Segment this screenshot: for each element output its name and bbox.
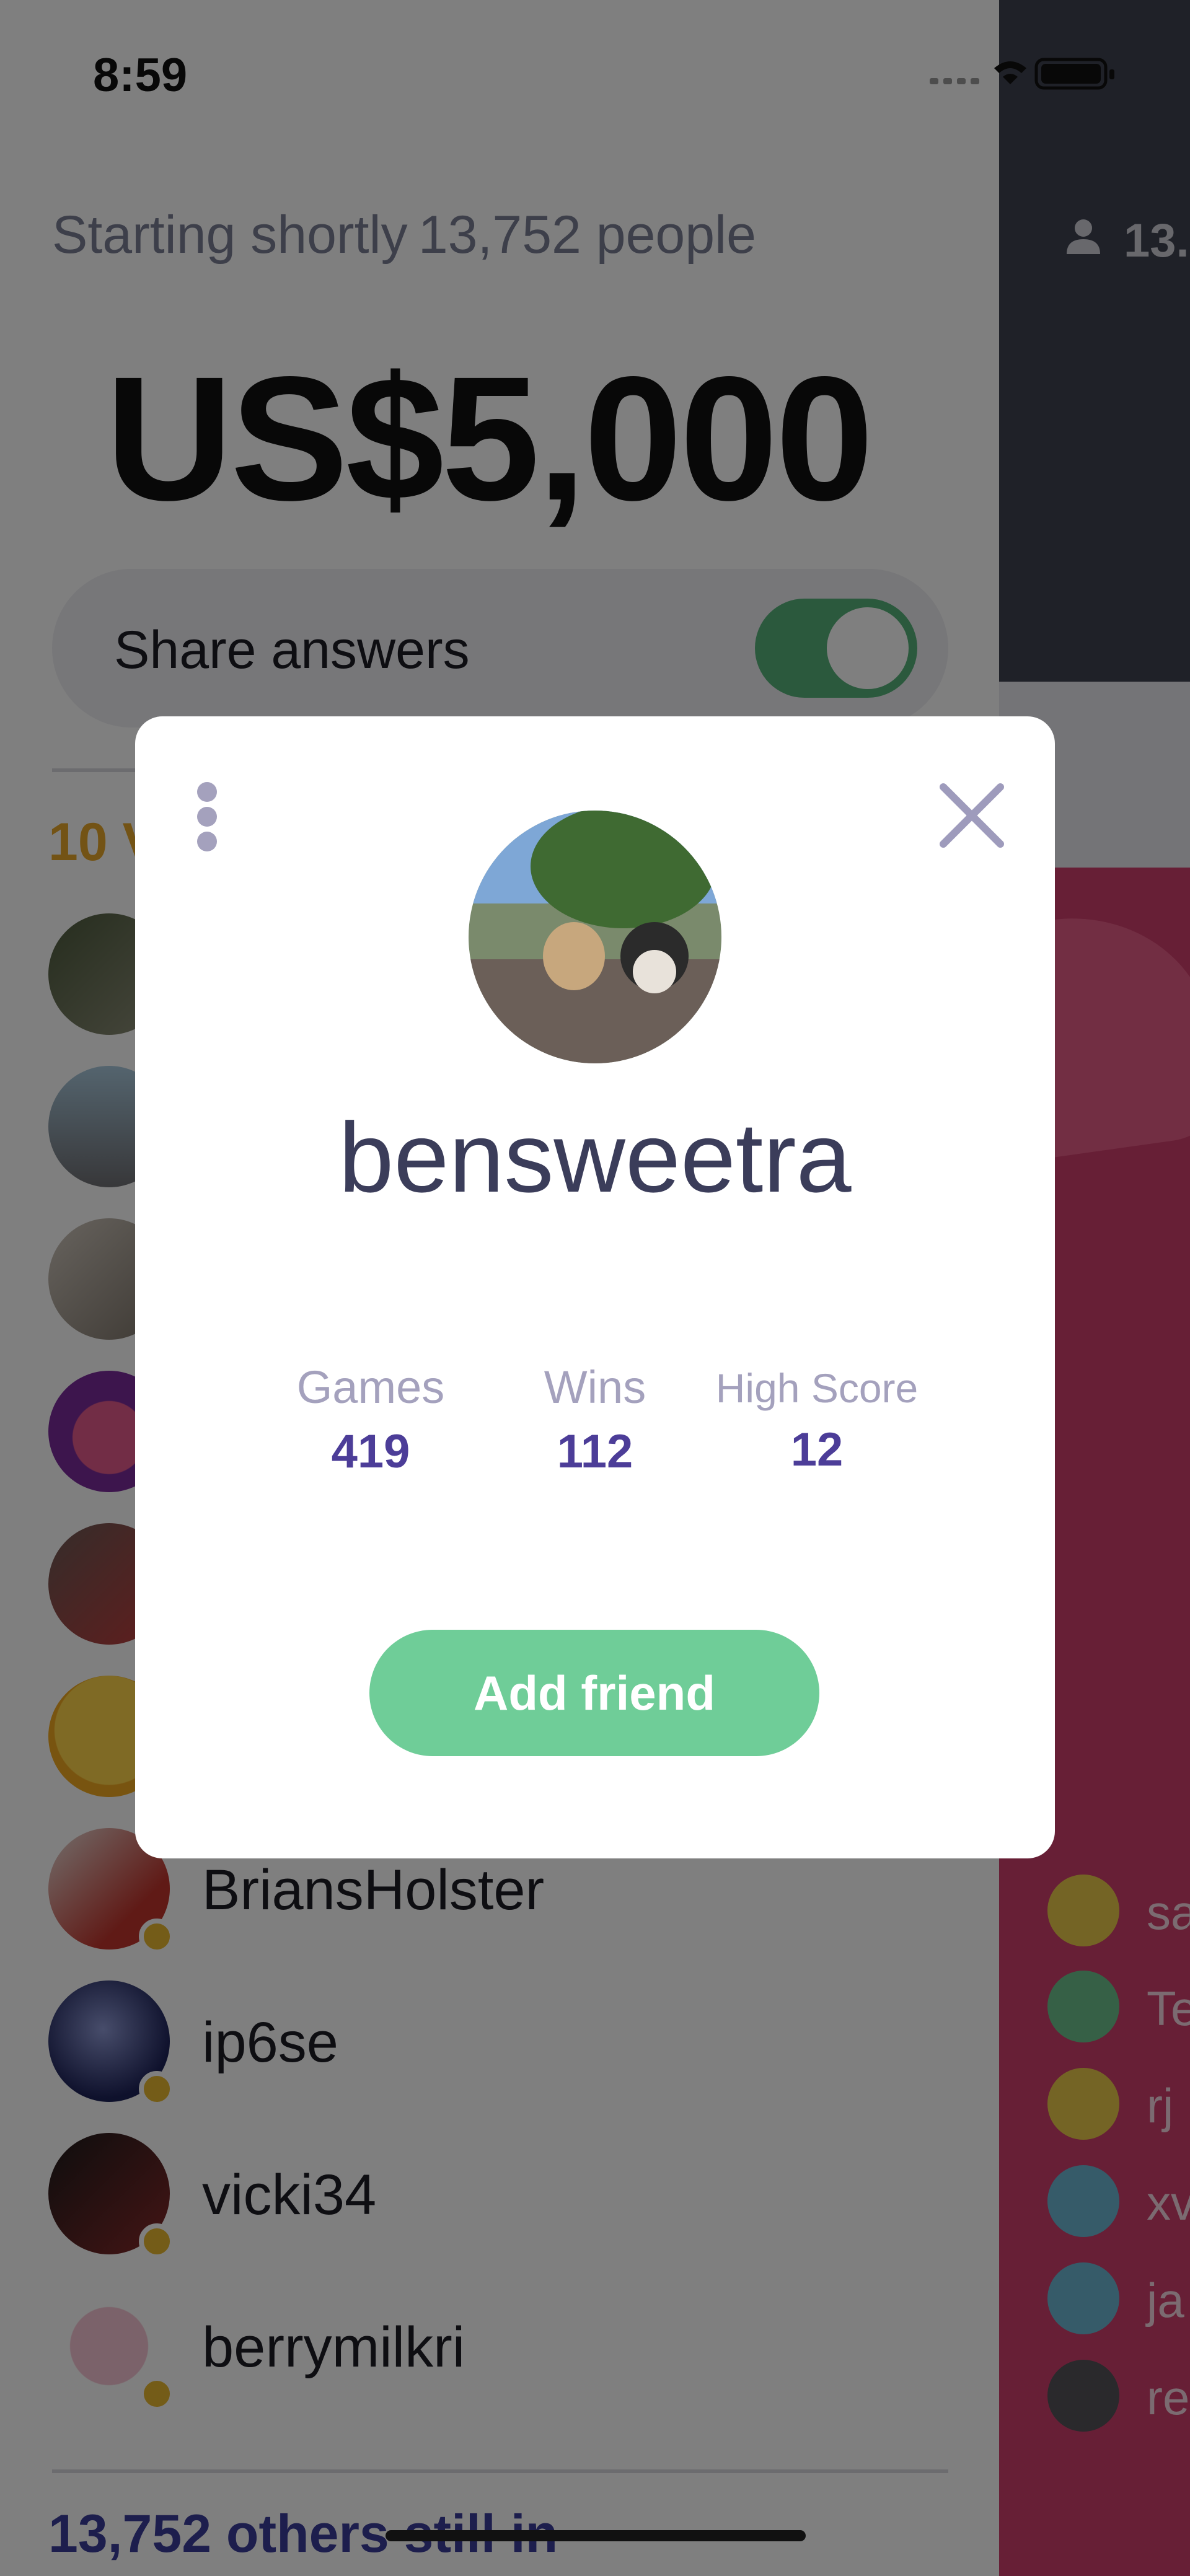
stat-wins: Wins 112 [483,1361,707,1479]
more-options-icon[interactable] [195,780,219,854]
add-friend-button[interactable]: Add friend [369,1630,819,1756]
stat-value: 12 [790,1423,844,1476]
profile-modal: bensweetra Games 419 Wins 112 High Score… [135,716,1055,1858]
stat-high-score: High Score 12 [705,1361,928,1477]
stat-label: High Score [715,1365,919,1411]
stat-value: 112 [557,1425,633,1478]
stat-value: 419 [331,1425,410,1478]
app-screen: 13. sa Te rj xv ja re Starting shortly 1… [0,0,1190,2576]
profile-username: bensweetra [338,1102,852,1213]
close-icon[interactable] [935,778,1009,853]
profile-avatar [469,811,721,1063]
stat-games: Games 419 [259,1361,482,1479]
stat-label: Wins [544,1361,646,1413]
home-indicator[interactable] [386,2530,806,2541]
stat-label: Games [296,1361,445,1413]
